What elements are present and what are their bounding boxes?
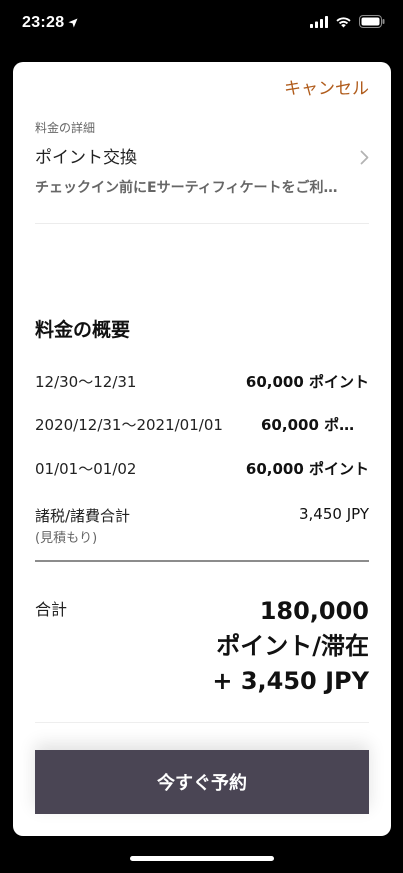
night-row: 12/30〜12/31 60,000 ポイント xyxy=(35,371,369,395)
night-row: 01/01〜01/02 60,000 ポイント xyxy=(35,458,369,482)
cancel-button[interactable]: キャンセル xyxy=(284,74,369,99)
home-indicator xyxy=(130,856,274,861)
rate-details-label: 料金の詳細 xyxy=(35,121,96,135)
location-arrow-icon xyxy=(68,18,78,28)
summary-title: 料金の概要 xyxy=(35,319,131,341)
status-time-group: 23:28 xyxy=(22,14,78,32)
status-icons xyxy=(310,15,385,28)
battery-icon xyxy=(359,15,385,28)
wifi-icon xyxy=(336,16,351,27)
status-time: 23:28 xyxy=(22,14,65,31)
night-date: 01/01〜01/02 xyxy=(35,460,137,478)
total-amount: 180,000 ポイント/滞在 + 3,450 JPY xyxy=(212,594,369,699)
rate-details-row[interactable]: 料金の詳細 ポイント交換 チェックイン前にEサーティフィケートをご利用ください xyxy=(35,117,369,224)
summary-divider xyxy=(35,560,369,562)
signal-icon xyxy=(310,15,328,28)
rate-details-description: チェックイン前にEサーティフィケートをご利用ください xyxy=(35,180,340,196)
total-divider xyxy=(35,722,369,723)
night-date: 12/30〜12/31 xyxy=(35,373,137,391)
tax-amount: 3,450 JPY xyxy=(298,505,369,523)
tax-label: 諸税/諸費合計 xyxy=(35,507,131,525)
status-bar: 23:28 xyxy=(0,0,403,50)
book-now-button[interactable]: 今すぐ予約 xyxy=(35,750,369,814)
total-cash: + 3,450 JPY xyxy=(212,667,369,695)
chevron-right-icon xyxy=(360,150,369,165)
total-points-unit: ポイント/滞在 xyxy=(216,632,369,660)
total-label: 合計 xyxy=(35,600,68,619)
total-points: 180,000 xyxy=(259,597,369,625)
night-date: 2020/12/31〜2021/01/01 xyxy=(35,416,223,434)
night-amount: 60,000 ポイント xyxy=(261,416,369,434)
night-amount: 60,000 ポイント xyxy=(245,373,369,391)
tax-sublabel: (見積もり) xyxy=(35,531,98,546)
night-amount: 60,000 ポイント xyxy=(245,460,369,478)
rate-details-title: ポイント交換 xyxy=(35,148,137,168)
night-row: 2020/12/31〜2021/01/01 60,000 ポイント xyxy=(35,414,369,438)
booking-sheet: キャンセル 料金の詳細 ポイント交換 チェックイン前にEサーティフィケートをご利… xyxy=(13,62,391,836)
tax-row: 諸税/諸費合計 (見積もり) 3,450 JPY xyxy=(35,505,369,551)
